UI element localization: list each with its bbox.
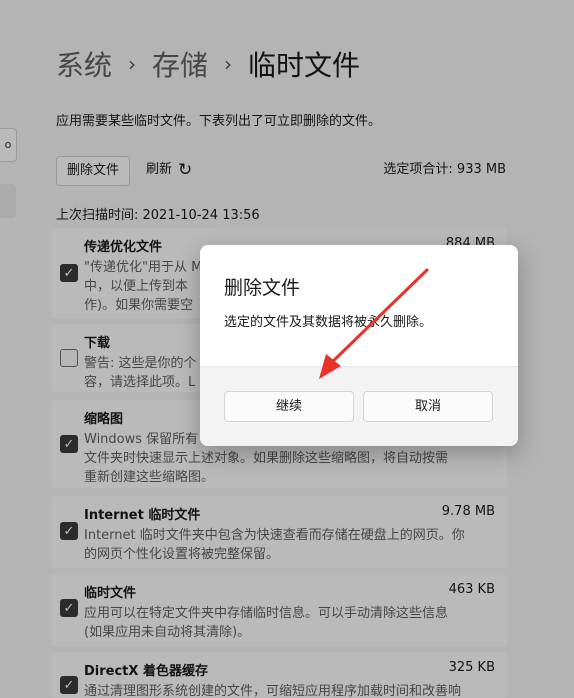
- annotation-arrow-shaft: [326, 268, 429, 368]
- settings-page: o 系统 › 存储 › 临时文件 应用需要某些临时文件。下表列出了可立即删除的文…: [0, 0, 574, 698]
- annotation-arrow-icon: [319, 268, 429, 379]
